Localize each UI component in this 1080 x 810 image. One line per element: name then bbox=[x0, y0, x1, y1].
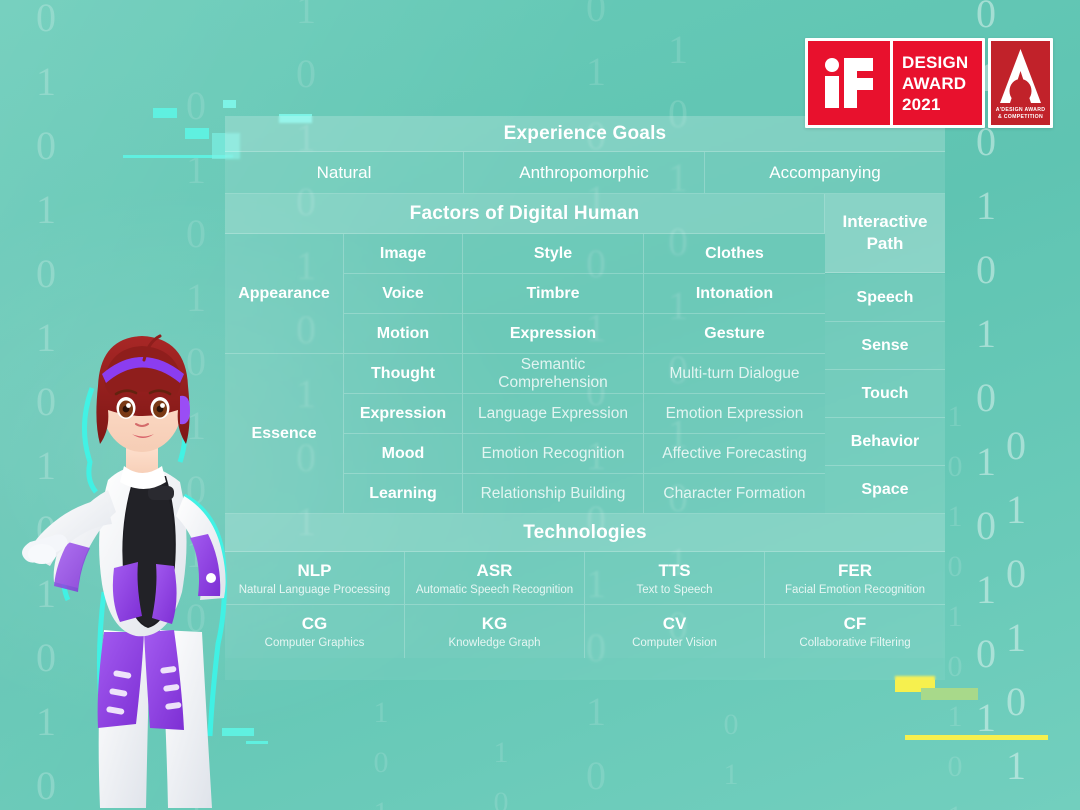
technologies-header-row: Technologies bbox=[225, 514, 945, 552]
technology-full: Automatic Speech Recognition bbox=[415, 583, 574, 596]
technology-abbr: KG bbox=[481, 614, 508, 633]
if-logo-icon bbox=[808, 41, 890, 125]
technology-abbr: CV bbox=[662, 614, 687, 633]
factor-right-emotion-expression[interactable]: Emotion Expression bbox=[644, 394, 825, 434]
accent-bar-yellow-2 bbox=[921, 688, 978, 700]
if-award-line2: AWARD bbox=[902, 73, 967, 93]
experience-goal-natural[interactable]: Natural bbox=[225, 152, 464, 194]
factors-title-row: Factors of Digital Human Interactive Pat… bbox=[225, 194, 945, 273]
award-badges: DESIGN AWARD 2021 A'DESIGN AWARD & COMPE… bbox=[805, 38, 1053, 128]
interactive-path-item-sense[interactable]: Sense bbox=[825, 322, 945, 370]
factor-key-image[interactable]: Image bbox=[344, 234, 463, 274]
experience-goal-accompanying[interactable]: Accompanying bbox=[705, 152, 945, 194]
binary-column-10: 1 0 1 0 1 0 1 0 1 0 bbox=[493, 736, 509, 810]
technology-abbr: CG bbox=[301, 614, 328, 633]
technologies-title: Technologies bbox=[225, 514, 945, 552]
table-row: Motion Expression Gesture bbox=[344, 314, 825, 354]
technology-cv[interactable]: CV Computer Vision bbox=[585, 605, 765, 658]
factors-grid: Appearance Image Style Clothes Voice Tim… bbox=[225, 234, 825, 514]
interactive-path-title-line1: Interactive bbox=[842, 212, 928, 231]
essence-rows: Thought Semantic Comprehension Multi-tur… bbox=[344, 354, 825, 514]
factor-key-mood[interactable]: Mood bbox=[344, 434, 463, 474]
factor-right-clothes[interactable]: Clothes bbox=[644, 234, 825, 274]
binary-column-8: 1 0 1 0 1 0 1 0 1 bbox=[373, 696, 389, 810]
binary-column-7: 0 1 0 1 0 1 0 1 0 1 0 1 0 bbox=[1006, 423, 1026, 810]
technologies-row-2: CG Computer Graphics KG Knowledge Graph … bbox=[225, 605, 945, 658]
technology-abbr: NLP bbox=[297, 560, 332, 580]
table-row: Voice Timbre Intonation bbox=[344, 274, 825, 314]
factor-mid-relationship-building[interactable]: Relationship Building bbox=[463, 474, 644, 514]
factor-key-expression[interactable]: Expression bbox=[344, 394, 463, 434]
experience-goal-anthropomorphic[interactable]: Anthropomorphic bbox=[464, 152, 705, 194]
technology-abbr: CF bbox=[843, 614, 867, 633]
adesign-award-badge: A'DESIGN AWARD & COMPETITION bbox=[988, 38, 1053, 128]
adesign-a-drop-icon bbox=[991, 41, 1050, 107]
technology-cf[interactable]: CF Collaborative Filtering bbox=[765, 605, 945, 658]
experience-goals-items-row: Natural Anthropomorphic Accompanying bbox=[225, 152, 945, 194]
technology-abbr: FER bbox=[838, 560, 872, 580]
table-row: Learning Relationship Building Character… bbox=[344, 474, 825, 514]
digital-human-framework-table: Experience Goals Natural Anthropomorphic… bbox=[225, 116, 945, 680]
adesign-line2: & COMPETITION bbox=[997, 113, 1044, 120]
technology-tts[interactable]: TTS Text to Speech bbox=[585, 552, 765, 605]
if-award-line3: 2021 bbox=[902, 94, 941, 114]
technology-full: Computer Vision bbox=[632, 637, 717, 649]
factor-mid-emotion-recognition[interactable]: Emotion Recognition bbox=[463, 434, 644, 474]
factor-right-gesture[interactable]: Gesture bbox=[644, 314, 825, 354]
table-row: Thought Semantic Comprehension Multi-tur… bbox=[344, 354, 825, 394]
interactive-path-item-speech[interactable]: Speech bbox=[825, 274, 945, 322]
factor-key-learning[interactable]: Learning bbox=[344, 474, 463, 514]
technology-full: Text to Speech bbox=[636, 583, 713, 596]
technology-full: Computer Graphics bbox=[264, 637, 365, 649]
if-award-line1: DESIGN bbox=[902, 52, 969, 72]
factor-mid-expression[interactable]: Expression bbox=[463, 314, 644, 354]
binary-column-9: 0 1 0 1 0 1 0 1 0 1 bbox=[723, 708, 739, 810]
technology-abbr: TTS bbox=[658, 560, 691, 580]
if-award-text: DESIGN AWARD 2021 bbox=[893, 41, 982, 125]
factor-mid-semantic-comprehension[interactable]: Semantic Comprehension bbox=[463, 354, 644, 394]
if-design-award-badge: DESIGN AWARD 2021 bbox=[805, 38, 985, 128]
adesign-caption: A'DESIGN AWARD & COMPETITION bbox=[996, 107, 1046, 122]
technology-full: Collaborative Filtering bbox=[799, 637, 911, 649]
factor-key-motion[interactable]: Motion bbox=[344, 314, 463, 354]
interactive-path-item-space[interactable]: Space bbox=[825, 466, 945, 514]
interactive-path-item-behavior[interactable]: Behavior bbox=[825, 418, 945, 466]
factor-key-thought[interactable]: Thought bbox=[344, 354, 463, 394]
factor-right-intonation[interactable]: Intonation bbox=[644, 274, 825, 314]
factor-key-voice[interactable]: Voice bbox=[344, 274, 463, 314]
technology-full: Facial Emotion Recognition bbox=[785, 583, 925, 596]
factor-right-character-formation[interactable]: Character Formation bbox=[644, 474, 825, 514]
factor-mid-language-expression[interactable]: Language Expression bbox=[463, 394, 644, 434]
technology-fer[interactable]: FER Facial Emotion Recognition bbox=[765, 552, 945, 605]
technologies-row-1: NLP Natural Language Processing ASR Auto… bbox=[225, 552, 945, 605]
digital-human-character bbox=[8, 330, 268, 810]
essence-group: Essence Thought Semantic Comprehension M… bbox=[225, 354, 825, 514]
appearance-group: Appearance Image Style Clothes Voice Tim… bbox=[225, 234, 825, 354]
table-row: Image Style Clothes bbox=[344, 234, 825, 274]
appearance-rows: Image Style Clothes Voice Timbre Intonat… bbox=[344, 234, 825, 354]
technology-asr[interactable]: ASR Automatic Speech Recognition bbox=[405, 552, 585, 605]
interactive-path-item-touch[interactable]: Touch bbox=[825, 370, 945, 418]
table-row: Expression Language Expression Emotion E… bbox=[344, 394, 825, 434]
accent-bar-cyan-3 bbox=[223, 100, 236, 108]
factor-mid-timbre[interactable]: Timbre bbox=[463, 274, 644, 314]
interactive-path-column: Speech Sense Touch Behavior Space bbox=[825, 234, 945, 514]
factors-body: Appearance Image Style Clothes Voice Tim… bbox=[225, 234, 945, 514]
factors-title: Factors of Digital Human bbox=[225, 194, 825, 234]
technology-abbr: ASR bbox=[476, 560, 513, 580]
technology-kg[interactable]: KG Knowledge Graph bbox=[405, 605, 585, 658]
technology-full: Knowledge Graph bbox=[448, 637, 541, 649]
adesign-line1: A'DESIGN AWARD bbox=[995, 107, 1046, 114]
table-row: Mood Emotion Recognition Affective Forec… bbox=[344, 434, 825, 474]
accent-bar-cyan-1 bbox=[153, 108, 177, 118]
accent-bar-cyan-2 bbox=[185, 128, 209, 139]
factor-mid-style[interactable]: Style bbox=[463, 234, 644, 274]
factor-right-affective-forecasting[interactable]: Affective Forecasting bbox=[644, 434, 825, 474]
accent-line-yellow-1 bbox=[905, 735, 1048, 740]
factor-right-multi-turn-dialogue[interactable]: Multi-turn Dialogue bbox=[644, 354, 825, 394]
